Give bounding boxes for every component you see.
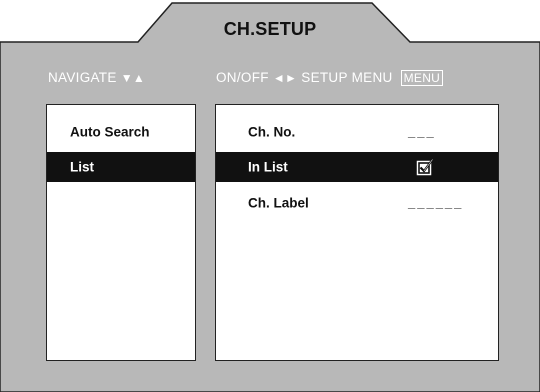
- menu-item-list[interactable]: List: [47, 152, 195, 182]
- setting-row-ch-no[interactable]: Ch. No. ___: [216, 117, 498, 147]
- onoff-arrows-icon: ◄►: [272, 71, 298, 85]
- setting-label: In List: [248, 159, 288, 175]
- navigate-hint-label: NAVIGATE: [48, 70, 117, 85]
- osd-screen: CH.SETUP NAVIGATE ▼▲ ON/OFF ◄► SETUP MEN…: [0, 0, 540, 392]
- left-menu-panel: Auto Search List: [46, 104, 196, 361]
- settings-panel: Ch. No. ___ In List Ch. Label ______: [215, 104, 499, 361]
- setting-label: Ch. No.: [248, 124, 296, 140]
- ch-no-value: ___: [408, 124, 436, 140]
- setup-menu-hint-label: SETUP MENU: [301, 70, 393, 85]
- navigate-hint: NAVIGATE ▼▲: [48, 70, 145, 85]
- setting-label: Ch. Label: [248, 195, 309, 211]
- checkbox-checked-icon[interactable]: [416, 158, 434, 176]
- page-title: CH.SETUP: [223, 19, 317, 39]
- setting-row-ch-label[interactable]: Ch. Label ______: [216, 188, 498, 218]
- menu-item-label: Auto Search: [70, 124, 150, 140]
- setting-row-in-list[interactable]: In List: [216, 152, 498, 182]
- onoff-hint: ON/OFF ◄► SETUP MENU MENU: [216, 70, 444, 86]
- ch-label-value: ______: [408, 195, 464, 211]
- navigate-arrows-icon: ▼▲: [120, 71, 146, 85]
- menu-item-auto-search[interactable]: Auto Search: [47, 117, 195, 147]
- onoff-hint-label: ON/OFF: [216, 70, 269, 85]
- menu-item-label: List: [70, 159, 95, 175]
- menu-key-badge: MENU: [400, 70, 444, 86]
